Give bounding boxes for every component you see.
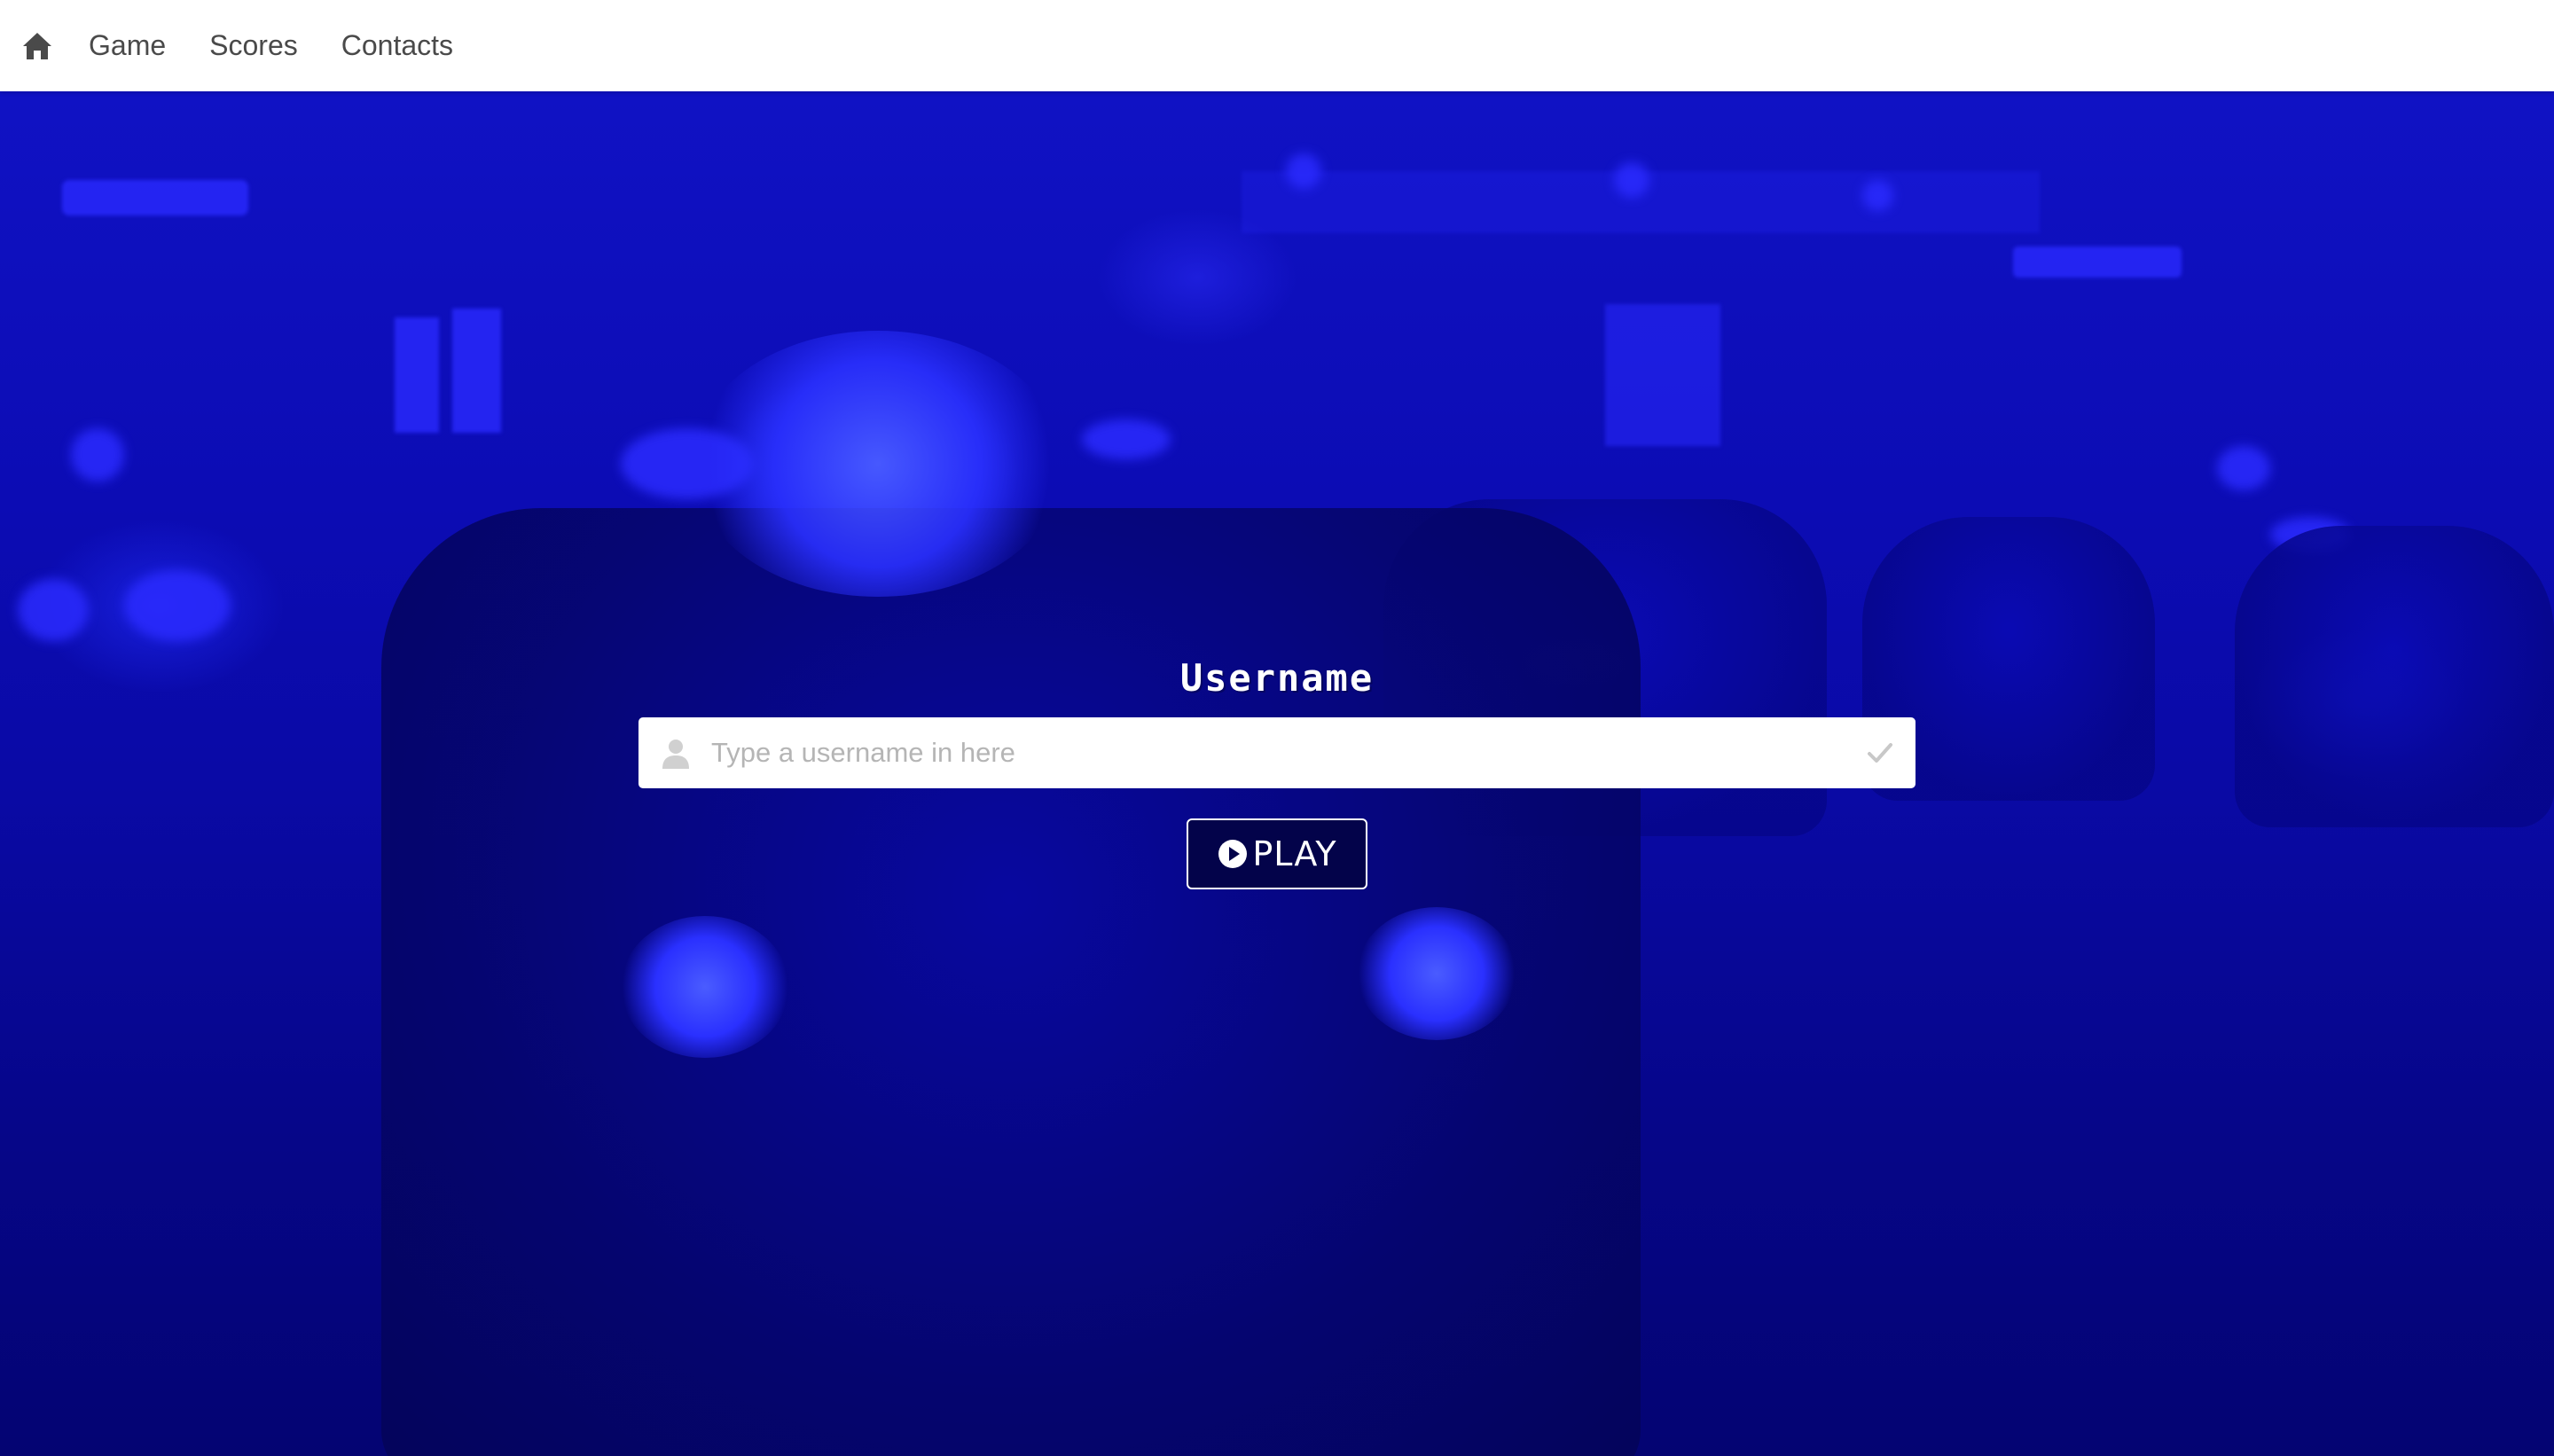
background-sign bbox=[2013, 247, 2182, 278]
background-sign bbox=[62, 180, 248, 215]
username-field[interactable] bbox=[638, 717, 1916, 788]
background-light bbox=[1862, 180, 1893, 211]
background-car bbox=[2235, 526, 2554, 827]
background-sign bbox=[452, 309, 501, 433]
background-light bbox=[1286, 153, 1321, 189]
background-sign bbox=[395, 317, 439, 433]
play-circle-icon bbox=[1217, 838, 1249, 870]
nav-item-scores[interactable]: Scores bbox=[209, 29, 298, 62]
background-light bbox=[18, 579, 89, 641]
background-light bbox=[1614, 162, 1649, 198]
username-label: Username bbox=[1179, 656, 1375, 700]
check-icon bbox=[1864, 737, 1896, 769]
car-headlight bbox=[1357, 907, 1516, 1040]
car-headlight bbox=[621, 916, 789, 1058]
nav-item-contacts[interactable]: Contacts bbox=[341, 29, 453, 62]
username-input[interactable] bbox=[638, 717, 1916, 788]
background-light bbox=[1082, 419, 1171, 459]
background-light bbox=[71, 428, 124, 481]
background-light bbox=[2217, 446, 2270, 490]
user-icon bbox=[658, 735, 693, 771]
siren-light bbox=[692, 331, 1064, 597]
top-navbar: Game Scores Contacts bbox=[0, 0, 2554, 91]
background-light bbox=[124, 570, 231, 641]
play-button[interactable]: PLAY bbox=[1187, 818, 1367, 889]
nav-item-game[interactable]: Game bbox=[89, 29, 166, 62]
home-icon[interactable] bbox=[21, 30, 53, 62]
play-label: PLAY bbox=[1252, 834, 1337, 873]
background-sign bbox=[1605, 304, 1720, 446]
username-form: Username PLAY bbox=[638, 656, 1916, 889]
